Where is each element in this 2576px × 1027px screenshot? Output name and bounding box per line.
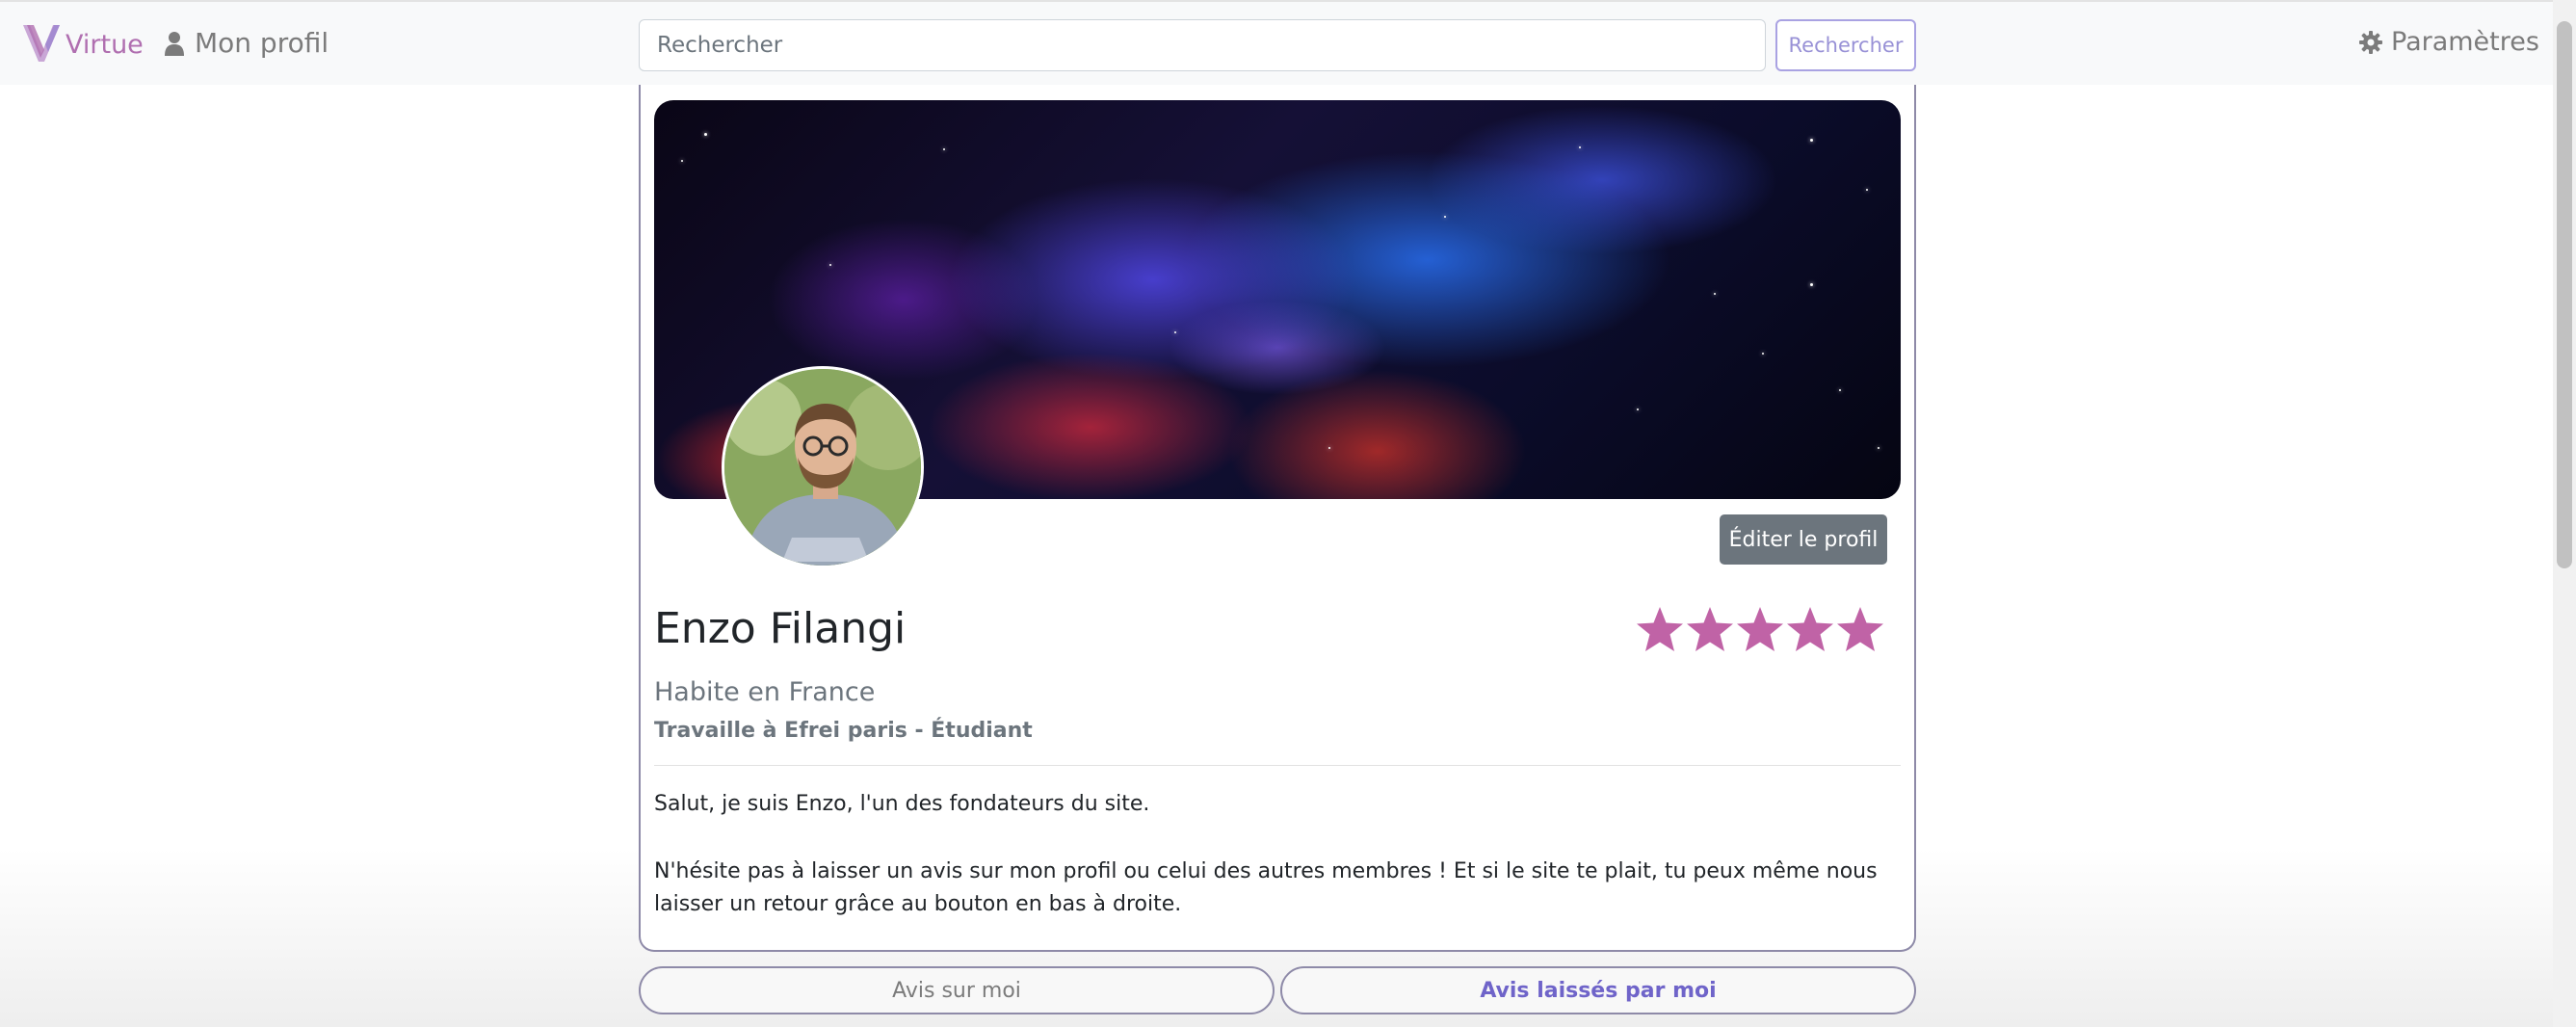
brand-name: Virtue: [66, 29, 144, 60]
star-icon: [1637, 607, 1683, 651]
search-button[interactable]: Rechercher: [1775, 19, 1916, 71]
nav-profile-link[interactable]: Mon profil: [164, 27, 329, 59]
tab-reviews-left-by-me[interactable]: Avis laissés par moi: [1280, 966, 1916, 1014]
scrollbar[interactable]: [2553, 0, 2576, 1027]
top-navbar: Virtue Mon profil Rechercher Paramèt: [0, 0, 2576, 85]
star-icon: [1687, 607, 1733, 651]
gear-icon: [2359, 30, 2382, 54]
profile-bio-line-2: N'hésite pas à laisser un avis sur mon p…: [654, 859, 1878, 916]
profile-job: Travaille à Efrei paris - Étudiant: [654, 719, 1033, 743]
edit-profile-button[interactable]: Éditer le profil: [1720, 514, 1887, 565]
search-input[interactable]: [639, 19, 1766, 71]
star-icon: [1837, 607, 1883, 651]
nav-profile-label: Mon profil: [195, 27, 329, 59]
user-icon: [165, 31, 184, 56]
avatar-portrait: [724, 369, 921, 566]
scrollbar-thumb[interactable]: [2557, 21, 2572, 568]
profile-avatar: [722, 366, 924, 568]
profile-bio-line-1: Salut, je suis Enzo, l'un des fondateurs…: [654, 792, 1150, 816]
star-icon: [1787, 607, 1833, 651]
profile-location: Habite en France: [654, 677, 876, 707]
tab-reviews-about-me[interactable]: Avis sur moi: [639, 966, 1275, 1014]
nav-settings-label: Paramètres: [2391, 27, 2539, 57]
nav-settings-link[interactable]: Paramètres: [2358, 27, 2539, 57]
brand-link[interactable]: Virtue: [21, 21, 144, 67]
star-icon: [1737, 607, 1783, 651]
profile-rating: [1635, 605, 1885, 655]
profile-name: Enzo Filangi: [654, 604, 907, 653]
divider: [654, 765, 1901, 766]
virtue-logo-icon: [23, 25, 60, 62]
